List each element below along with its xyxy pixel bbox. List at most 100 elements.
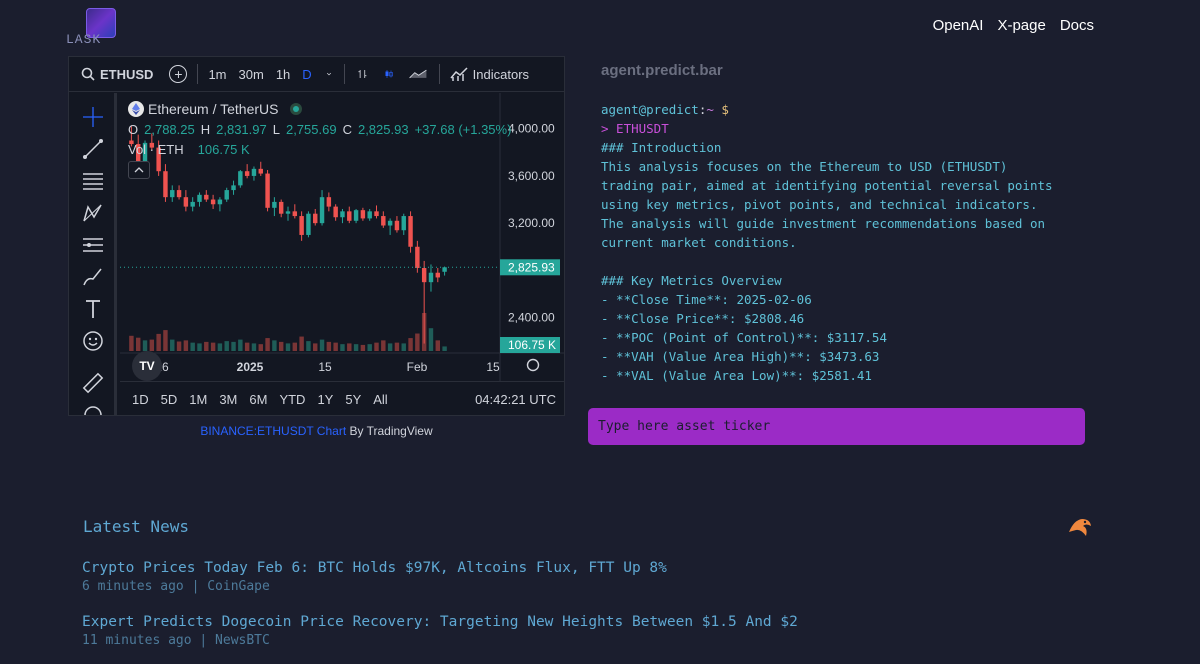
range-1d[interactable]: 1D: [132, 392, 149, 407]
time-tick-label: 2025: [237, 360, 264, 374]
chevron-up-icon: [134, 167, 144, 173]
chevron-down-icon[interactable]: [318, 68, 340, 80]
ethereum-icon: [128, 101, 144, 117]
candle-body: [204, 194, 209, 200]
nav-docs-link[interactable]: Docs: [1060, 17, 1094, 34]
ruler-icon[interactable]: [81, 371, 105, 395]
volume-bar: [176, 341, 182, 351]
candle-body: [333, 206, 338, 218]
volume-bar: [183, 340, 189, 351]
symbol-search[interactable]: ETHUSD: [69, 67, 163, 82]
brush-icon[interactable]: [81, 265, 105, 289]
volume-bar: [292, 342, 298, 351]
news-headline-link[interactable]: Crypto Prices Today Feb 6: BTC Holds $97…: [82, 558, 982, 578]
top-nav: OpenAI X-page Docs: [933, 17, 1094, 34]
interval-1h[interactable]: 1h: [270, 67, 296, 82]
tradingview-logo[interactable]: TV: [132, 351, 162, 381]
terminal-line: - **POC (Point of Control)**: $3117.54: [601, 330, 887, 345]
candles-style-icon[interactable]: [377, 65, 401, 83]
volume-bar: [326, 341, 332, 351]
emoji-icon[interactable]: [81, 329, 105, 353]
candle-body: [197, 194, 202, 202]
volume-bar: [136, 337, 141, 351]
volume-bar: [374, 342, 379, 351]
range-5y[interactable]: 5Y: [345, 392, 361, 407]
ticker-input-box[interactable]: [588, 408, 1085, 445]
candle-body: [381, 216, 386, 226]
zoom-icon[interactable]: [81, 403, 105, 416]
interval-1m[interactable]: 1m: [202, 67, 232, 82]
news-headline-link[interactable]: Expert Predicts Dogecoin Price Recovery:…: [82, 612, 982, 632]
nav-openai-link[interactable]: OpenAI: [933, 17, 984, 34]
candle-body: [170, 190, 175, 198]
utc-clock[interactable]: 04:42:21 UTC: [475, 392, 556, 407]
candle-body: [292, 211, 298, 217]
settings-gear-icon[interactable]: [526, 358, 540, 372]
candle-body: [217, 199, 223, 205]
terminal-line: current market conditions.: [601, 235, 797, 250]
volume-bar: [428, 328, 434, 351]
range-1y[interactable]: 1Y: [317, 392, 333, 407]
measure-icon[interactable]: [81, 233, 105, 257]
bars-style-icon[interactable]: [349, 65, 377, 83]
volume-bar: [217, 343, 223, 351]
prompt-symbol: $: [713, 102, 729, 117]
chart-source-link[interactable]: BINANCE:ETHUSDT Chart: [200, 424, 346, 438]
bird-logo-icon[interactable]: [1066, 514, 1094, 542]
compare-add-icon[interactable]: +: [169, 65, 188, 83]
range-5d[interactable]: 5D: [161, 392, 178, 407]
volume-label: Vol · ETH: [128, 141, 184, 157]
crosshair-icon[interactable]: [81, 105, 105, 129]
volume-bar: [306, 341, 311, 351]
volume-bar: [442, 346, 447, 351]
area-style-icon[interactable]: [401, 65, 435, 83]
interval-30m[interactable]: 30m: [233, 67, 270, 82]
fib-lines-icon[interactable]: [81, 169, 105, 193]
terminal-line: ### Key Metrics Overview: [601, 273, 782, 288]
volume-bar: [129, 335, 134, 351]
volume-bar: [340, 344, 345, 351]
volume-bar: [231, 341, 236, 351]
price-tick-label: 2,400.00: [508, 311, 555, 325]
candle-body: [374, 211, 379, 217]
range-ytd[interactable]: YTD: [279, 392, 305, 407]
chart-caption: BINANCE:ETHUSDT Chart By TradingView: [68, 424, 565, 438]
time-tick-label: 15: [486, 360, 500, 374]
candle-body: [415, 246, 420, 269]
low-label: L: [272, 121, 280, 137]
collapse-legend-button[interactable]: [128, 161, 150, 179]
pattern-icon[interactable]: [81, 201, 105, 225]
logo[interactable]: LASK: [66, 8, 118, 47]
trend-line-icon[interactable]: [81, 137, 105, 161]
volume-bar: [313, 343, 318, 351]
price-tick-label: 3,200.00: [508, 216, 555, 230]
terminal-line: - **VAL (Value Area Low)**: $2581.41: [601, 368, 872, 383]
price-chart[interactable]: 4,000.00 3,600.00 3,200.00 2,400.00 2,825.93…: [120, 93, 564, 381]
volume-bar: [272, 340, 277, 351]
candle-body: [347, 211, 352, 221]
terminal-title: agent.predict.bar: [601, 62, 723, 79]
prompt-path: ~: [706, 102, 714, 117]
candle-body: [313, 213, 318, 224]
volume-bar: [190, 342, 195, 351]
news-heading: Latest News: [83, 517, 189, 536]
range-bar: 1D 5D 1M 3M 6M YTD 1Y 5Y All 04:42:21 UT…: [120, 381, 564, 415]
toolbar-divider: [197, 64, 199, 84]
low-value: 2,755.69: [285, 121, 337, 137]
volume-bar: [278, 341, 284, 351]
ticker-input[interactable]: [598, 419, 1075, 434]
range-1m[interactable]: 1M: [189, 392, 207, 407]
nav-xpage-link[interactable]: X-page: [997, 17, 1045, 34]
volume-bar: [435, 340, 440, 351]
volume-bar: [353, 344, 359, 351]
volume-bar: [238, 339, 243, 351]
candle-body: [435, 272, 440, 278]
range-3m[interactable]: 3M: [219, 392, 237, 407]
range-6m[interactable]: 6M: [249, 392, 267, 407]
volume-bar: [367, 344, 372, 351]
indicators-button[interactable]: Indicators: [444, 66, 535, 82]
text-icon[interactable]: [81, 297, 105, 321]
volume-bar: [401, 343, 406, 351]
interval-d[interactable]: D: [296, 67, 317, 82]
range-all[interactable]: All: [373, 392, 387, 407]
